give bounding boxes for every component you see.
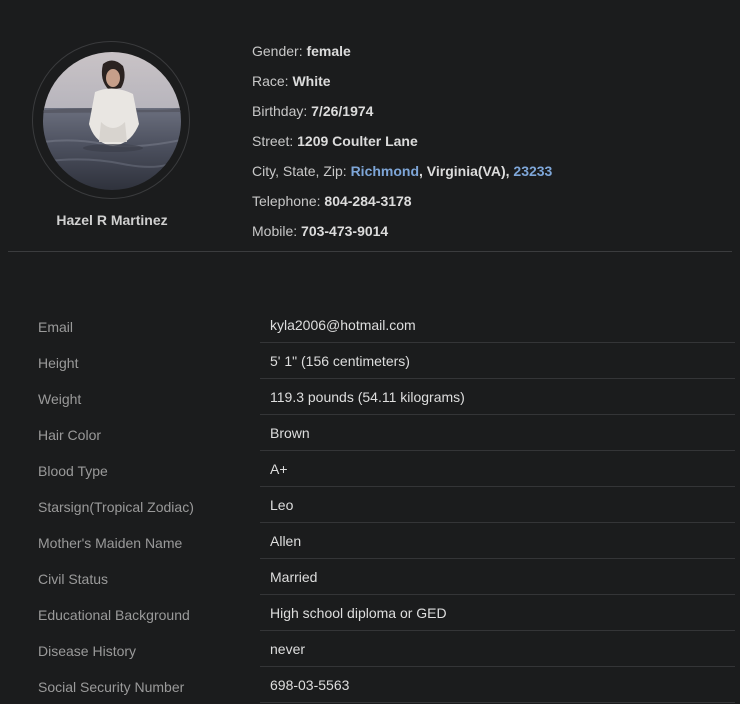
info-label: Disease History	[38, 643, 137, 659]
address-separator: ,	[505, 163, 510, 179]
info-label: Starsign(Tropical Zodiac)	[38, 499, 194, 515]
info-value: 5' 1" (156 centimeters)	[270, 353, 410, 369]
street-value: 1209 Coulter Lane	[297, 133, 418, 149]
mobile-value: 703-473-9014	[301, 223, 389, 239]
birthday-value: 7/26/1974	[311, 103, 374, 119]
info-label: Educational Background	[38, 607, 190, 623]
info-value: Allen	[270, 533, 302, 549]
info-label: Mother's Maiden Name	[38, 535, 183, 551]
info-label: Height	[38, 355, 79, 371]
gender-row: Gender: female	[252, 36, 552, 66]
section-divider	[8, 251, 732, 252]
birthday-row: Birthday: 7/26/1974	[252, 96, 552, 126]
info-value: 698-03-5563	[270, 677, 350, 693]
avatar-photo	[43, 52, 181, 190]
info-label: Email	[38, 319, 74, 335]
city-state-zip-label: City, State, Zip:	[252, 163, 347, 179]
state-value: Virginia(VA)	[426, 163, 506, 179]
info-label: Social Security Number	[38, 679, 185, 695]
mobile-label: Mobile:	[252, 223, 298, 239]
info-value: kyla2006@hotmail.com	[270, 317, 416, 333]
info-value: High school diploma or GED	[270, 605, 447, 621]
address-separator: ,	[419, 163, 423, 179]
info-label: Weight	[38, 391, 82, 407]
race-label: Race:	[252, 73, 289, 89]
profile-details: Gender: female Race: White Birthday: 7/2…	[252, 36, 552, 246]
info-value: A+	[270, 461, 288, 477]
info-table: Email kyla2006@hotmail.com Height 5' 1" …	[0, 307, 740, 703]
info-label: Civil Status	[38, 571, 109, 587]
table-row: Social Security Number 698-03-5563	[0, 667, 740, 703]
gender-label: Gender:	[252, 43, 303, 59]
table-row: Mother's Maiden Name Allen	[0, 523, 740, 559]
gender-value: female	[306, 43, 351, 59]
row-divider	[260, 702, 735, 703]
city-link[interactable]: Richmond	[351, 163, 419, 179]
city-state-zip-row: City, State, Zip: Richmond, Virginia(VA)…	[252, 156, 552, 186]
table-row: Height 5' 1" (156 centimeters)	[0, 343, 740, 379]
table-row: Hair Color Brown	[0, 415, 740, 451]
mobile-row: Mobile: 703-473-9014	[252, 216, 552, 246]
street-row: Street: 1209 Coulter Lane	[252, 126, 552, 156]
table-row: Starsign(Tropical Zodiac) Leo	[0, 487, 740, 523]
table-row: Disease History never	[0, 631, 740, 667]
table-row: Blood Type A+	[0, 451, 740, 487]
telephone-row: Telephone: 804-284-3178	[252, 186, 552, 216]
info-label: Hair Color	[38, 427, 102, 443]
telephone-value: 804-284-3178	[324, 193, 412, 209]
birthday-label: Birthday:	[252, 103, 308, 119]
info-label: Blood Type	[38, 463, 108, 479]
table-row: Weight 119.3 pounds (54.11 kilograms)	[0, 379, 740, 415]
info-value: 119.3 pounds (54.11 kilograms)	[270, 389, 465, 405]
race-row: Race: White	[252, 66, 552, 96]
info-value: Leo	[270, 497, 294, 513]
person-name: Hazel R Martinez	[56, 212, 168, 228]
telephone-label: Telephone:	[252, 193, 321, 209]
table-row: Civil Status Married	[0, 559, 740, 595]
race-value: White	[292, 73, 331, 89]
zip-link[interactable]: 23233	[513, 163, 552, 179]
profile-page: Hazel R Martinez Gender: female Race: Wh…	[0, 0, 740, 704]
table-row: Email kyla2006@hotmail.com	[0, 307, 740, 343]
street-label: Street:	[252, 133, 294, 149]
info-value: Married	[270, 569, 318, 585]
info-value: Brown	[270, 425, 310, 441]
info-value: never	[270, 641, 306, 657]
table-row: Educational Background High school diplo…	[0, 595, 740, 631]
avatar	[43, 52, 181, 190]
